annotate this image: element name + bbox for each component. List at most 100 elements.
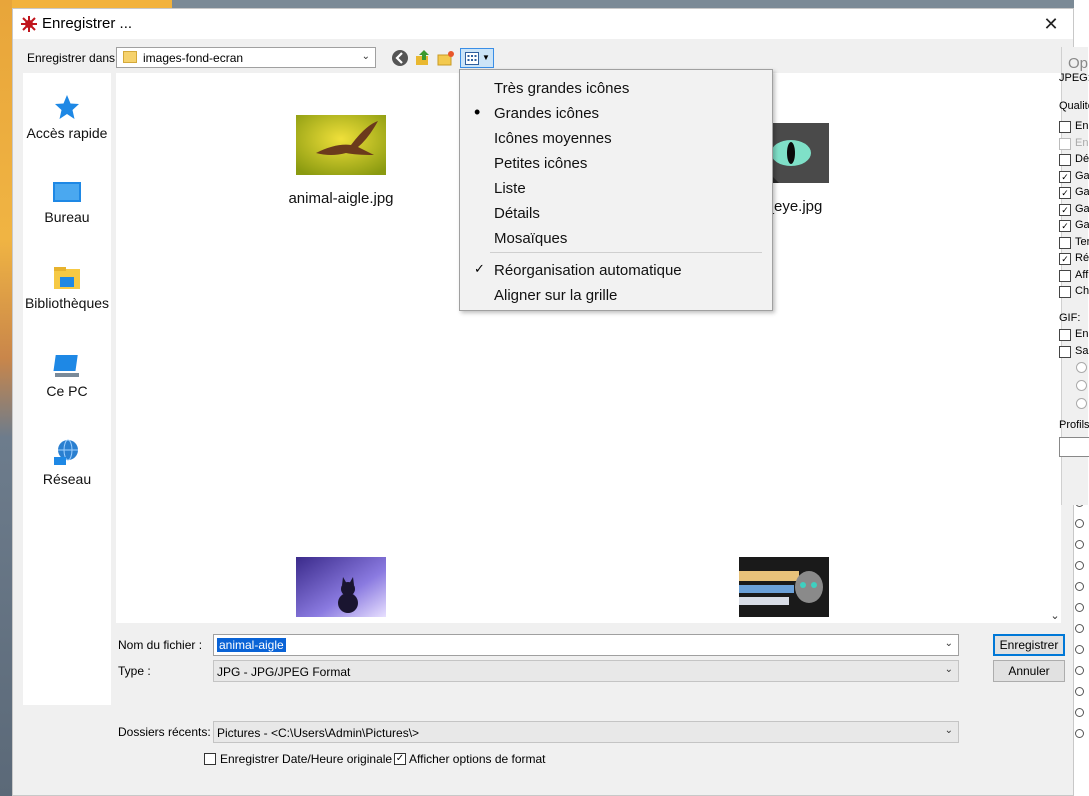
save-in-label: Enregistrer dans : xyxy=(27,51,122,65)
file-name: animal-aigle.jpg xyxy=(288,190,394,207)
place-quick-access[interactable]: Accès rapide xyxy=(23,93,111,141)
menu-separator xyxy=(490,252,762,253)
gif-option-checkbox[interactable] xyxy=(1059,329,1071,341)
view-menu-button[interactable]: ▼ xyxy=(460,48,494,68)
file-item[interactable] xyxy=(684,557,884,632)
gif-option-label: Enr xyxy=(1075,328,1089,340)
jpeg-option-checkbox[interactable] xyxy=(1059,269,1071,282)
show-options-checkbox[interactable]: ✓ xyxy=(394,753,406,765)
menu-item-details[interactable]: Détails xyxy=(494,205,540,222)
jpeg-option-label: Gar xyxy=(1075,202,1089,215)
background-radio xyxy=(1075,666,1084,675)
jpeg-option-label: Cho xyxy=(1075,285,1089,297)
chevron-down-icon: ⌄ xyxy=(361,51,370,62)
desktop-background-top xyxy=(12,0,172,8)
thumbnail-cat-motion xyxy=(739,557,829,617)
menu-item-list[interactable]: Liste xyxy=(494,180,526,197)
recent-folders-label: Dossiers récents: xyxy=(118,725,211,739)
star-icon xyxy=(55,95,79,119)
gif-radio[interactable] xyxy=(1076,362,1087,373)
background-radio xyxy=(1075,708,1084,717)
radio-bullet-icon: • xyxy=(474,102,481,122)
place-desktop[interactable]: Bureau xyxy=(23,181,111,225)
place-this-pc[interactable]: Ce PC xyxy=(23,353,111,399)
background-radio xyxy=(1075,687,1084,696)
thumbnail-cat-night xyxy=(296,557,386,617)
background-radio xyxy=(1075,561,1084,570)
jpeg-option-label: Enr xyxy=(1075,136,1089,149)
background-radio xyxy=(1075,603,1084,612)
jpeg-option-checkbox[interactable]: ✓ xyxy=(1059,170,1071,183)
jpeg-option-checkbox[interactable] xyxy=(1059,121,1071,133)
background-radio xyxy=(1075,624,1084,633)
gif-option-checkbox[interactable] xyxy=(1059,346,1071,358)
filename-label: Nom du fichier : xyxy=(118,638,203,652)
place-network[interactable]: Réseau xyxy=(23,439,111,487)
save-dialog: Enregistrer ... ✕ Enregistrer dans : ima… xyxy=(12,8,1088,796)
jpeg-option-label: Gar xyxy=(1075,219,1089,231)
jpeg-option-checkbox[interactable] xyxy=(1059,236,1071,249)
background-radio xyxy=(1075,645,1084,654)
place-label: Bibliothèques xyxy=(24,295,110,311)
jpeg-option-label: Ter xyxy=(1075,235,1089,248)
jpeg-option-label: Ré xyxy=(1075,252,1089,264)
type-dropdown[interactable]: JPG - JPG/JPEG Format ⌄ xyxy=(213,660,959,682)
title-bar: Enregistrer ... ✕ xyxy=(13,9,1073,39)
jpeg-option-checkbox[interactable] xyxy=(1059,154,1071,166)
chevron-down-icon: ⌄ xyxy=(944,664,953,675)
jpeg-option-checkbox[interactable]: ✓ xyxy=(1059,203,1071,216)
jpeg-option-checkbox[interactable] xyxy=(1059,137,1071,150)
filename-value: animal-aigle xyxy=(217,638,286,652)
keep-date-checkbox[interactable] xyxy=(204,753,216,765)
checkmark-icon: ✓ xyxy=(474,261,485,276)
place-libraries[interactable]: Bibliothèques xyxy=(23,265,111,311)
dialog-title: Enregistrer ... xyxy=(42,15,133,32)
chevron-down-icon: ⌄ xyxy=(944,725,953,736)
menu-item-auto-arrange[interactable]: Réorganisation automatique xyxy=(494,262,682,279)
gif-option-label: Sau xyxy=(1075,345,1089,357)
app-icon xyxy=(21,16,37,32)
menu-item-small-icons[interactable]: Petites icônes xyxy=(494,155,587,172)
menu-item-align-to-grid[interactable]: Aligner sur la grille xyxy=(494,287,617,304)
keep-date-label: Enregistrer Date/Heure originale xyxy=(220,752,393,766)
jpeg-option-label: Affi xyxy=(1075,268,1089,281)
dropdown-arrow-icon: ▼ xyxy=(482,53,490,62)
jpeg-option-label: Enr xyxy=(1075,120,1089,132)
background-radio xyxy=(1075,519,1084,528)
scroll-down-arrow[interactable]: ⌄ xyxy=(1049,609,1061,623)
gif-radio[interactable] xyxy=(1076,398,1087,409)
quality-label: Qualité xyxy=(1059,100,1089,112)
gif-radio[interactable] xyxy=(1076,380,1087,391)
up-folder-icon[interactable] xyxy=(414,49,432,67)
type-label: Type : xyxy=(118,664,151,678)
file-item[interactable]: animal-aigle.jpg xyxy=(241,115,441,207)
filename-input[interactable]: animal-aigle ⌄ xyxy=(213,634,959,656)
menu-item-medium-icons[interactable]: Icônes moyennes xyxy=(494,130,612,147)
desktop-background-left xyxy=(0,0,12,796)
view-menu: Très grandes icônes • Grandes icônes Icô… xyxy=(459,69,773,311)
menu-item-extra-large-icons[interactable]: Très grandes icônes xyxy=(494,80,629,97)
cancel-button[interactable]: Annuler xyxy=(993,660,1065,682)
libraries-icon xyxy=(54,267,80,289)
background-radio xyxy=(1075,582,1084,591)
save-in-dropdown[interactable]: images-fond-ecran ⌄ xyxy=(116,47,376,68)
menu-item-tiles[interactable]: Mosaïques xyxy=(494,230,567,247)
desktop-icon xyxy=(53,182,81,202)
jpeg-option-checkbox[interactable]: ✓ xyxy=(1059,220,1071,232)
network-icon xyxy=(54,439,78,465)
save-button[interactable]: Enregistrer xyxy=(993,634,1065,656)
jpeg-option-checkbox[interactable]: ✓ xyxy=(1059,187,1071,199)
jpeg-option-checkbox[interactable]: ✓ xyxy=(1059,253,1071,265)
menu-item-large-icons[interactable]: Grandes icônes xyxy=(494,105,599,122)
recent-folders-dropdown[interactable]: Pictures - <C:\Users\Admin\Pictures\> ⌄ xyxy=(213,721,959,743)
file-item[interactable] xyxy=(241,557,441,632)
jpeg-label: JPEG: xyxy=(1059,72,1089,84)
jpeg-option-checkbox[interactable] xyxy=(1059,286,1071,298)
profiles-input[interactable] xyxy=(1059,437,1089,457)
back-icon[interactable] xyxy=(391,49,409,67)
close-button[interactable]: ✕ xyxy=(1029,9,1073,39)
computer-icon xyxy=(53,355,79,377)
view-grid-icon xyxy=(465,52,479,65)
thumbnail-eagle xyxy=(296,115,386,175)
new-folder-icon[interactable] xyxy=(437,49,455,67)
